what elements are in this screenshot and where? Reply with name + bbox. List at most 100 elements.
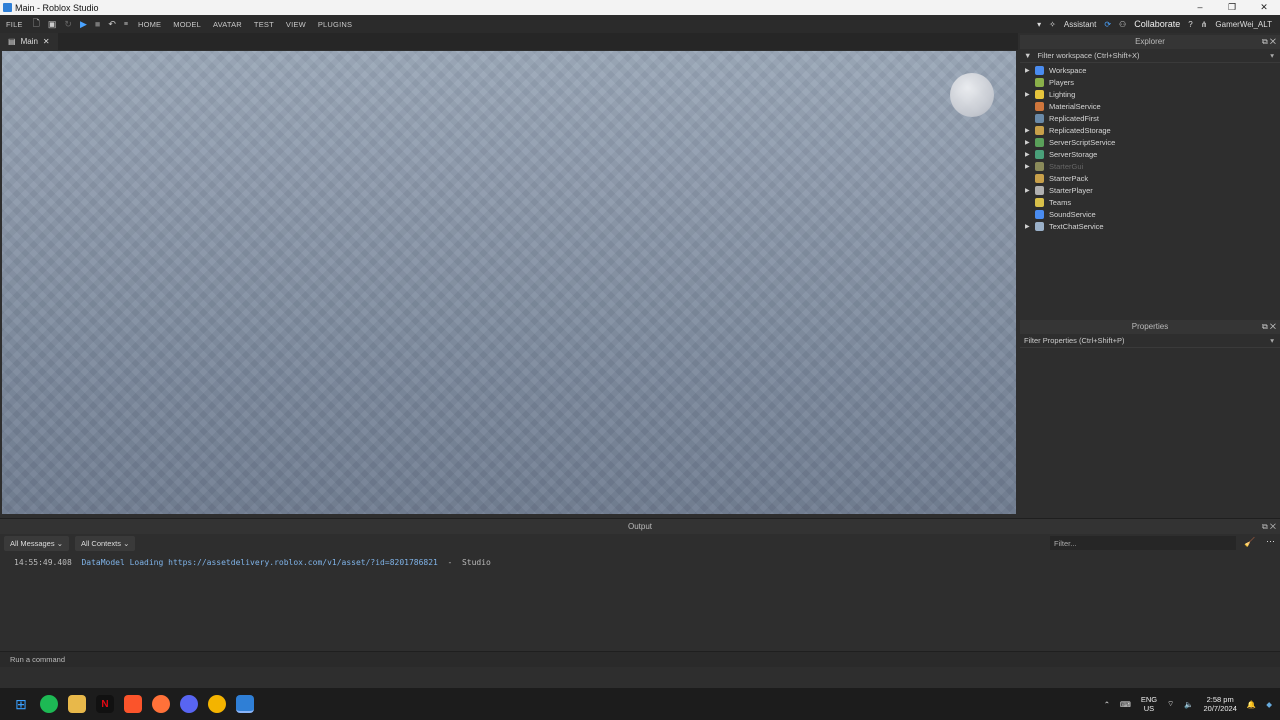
file-explorer-icon[interactable] [68, 695, 86, 713]
explorer-item-label: StarterGui [1049, 161, 1084, 171]
output-filter-input[interactable]: Filter... [1050, 536, 1236, 550]
explorer-item-label: ReplicatedFirst [1049, 113, 1100, 123]
tab-home[interactable]: HOME [132, 20, 167, 29]
chevron-up-icon[interactable]: ⌃ [1104, 700, 1110, 709]
tab-plugins[interactable]: PLUGINS [312, 20, 358, 29]
share-icon[interactable]: ⋔ [1201, 20, 1208, 29]
properties-filter[interactable]: Filter Properties (Ctrl+Shift+P) ▾ [1020, 334, 1280, 348]
brave-icon[interactable] [124, 695, 142, 713]
explorer-item-startergui[interactable]: ▶ StarterGui [1020, 160, 1280, 172]
netflix-icon[interactable]: N [96, 695, 114, 713]
spotify-icon[interactable] [40, 695, 58, 713]
collaborate-icon[interactable]: ⚇ [1119, 20, 1126, 29]
explorer-title: Explorer [1135, 37, 1165, 46]
explorer-item-players[interactable]: Players [1020, 76, 1280, 88]
maximize-button[interactable]: ❐ [1216, 0, 1248, 15]
explorer-panel-controls[interactable]: ⧉ ✕ [1262, 35, 1276, 49]
ribbon-collapse-icon[interactable]: ▾ [1037, 20, 1041, 29]
menu-file[interactable]: FILE [0, 20, 29, 29]
close-tab-icon[interactable]: ✕ [43, 37, 50, 46]
minimize-button[interactable]: – [1184, 0, 1216, 15]
contexts-filter-dropdown[interactable]: All Contexts ⌄ [74, 535, 136, 551]
explorer-item-starterpack[interactable]: StarterPack [1020, 172, 1280, 184]
3d-viewport[interactable] [2, 51, 1016, 514]
explorer-item-serverstorage[interactable]: ▶ ServerStorage [1020, 148, 1280, 160]
explorer-item-textchatservice[interactable]: ▶ TextChatService [1020, 220, 1280, 232]
expand-arrow-icon[interactable]: ▶ [1025, 187, 1035, 194]
play-icon[interactable]: ▶ [76, 19, 91, 30]
explorer-item-materialservice[interactable]: MaterialService [1020, 100, 1280, 112]
clock-time: 2:58 pm [1206, 695, 1234, 704]
input-language[interactable]: ENG US [1141, 695, 1157, 713]
expand-arrow-icon[interactable]: ▶ [1025, 127, 1035, 134]
starterplayer-icon [1035, 185, 1044, 195]
explorer-item-starterplayer[interactable]: ▶ StarterPlayer [1020, 184, 1280, 196]
document-tab-row: ▤ Main ✕ [0, 33, 1018, 50]
discord-icon[interactable] [180, 695, 198, 713]
undo-icon[interactable]: ↶ [104, 19, 120, 30]
clear-output-icon[interactable]: 🧹 [1244, 537, 1255, 548]
expand-arrow-icon[interactable]: ▶ [1025, 151, 1035, 158]
wifi-icon[interactable]: ⌔ [1167, 699, 1174, 709]
window-titlebar: Main - Roblox Studio – ❐ ✕ [0, 0, 1280, 15]
collaborate-button[interactable]: Collaborate [1134, 19, 1180, 29]
help-icon[interactable]: ? [1188, 20, 1192, 29]
teams-icon [1035, 197, 1044, 207]
tab-test[interactable]: TEST [248, 20, 280, 29]
stop-icon[interactable]: ■ [91, 19, 104, 29]
explorer-filter[interactable]: ▼ Filter workspace (Ctrl+Shift+X) ▾ [1020, 49, 1280, 63]
explorer-item-workspace[interactable]: ▶ Workspace [1020, 64, 1280, 76]
command-input[interactable]: Run a command [10, 655, 65, 664]
redo-icon[interactable]: ↻ [60, 19, 76, 30]
log-separator: - [447, 558, 453, 567]
user-menu[interactable]: GamerWei_ALT [1215, 20, 1272, 29]
explorer-item-teams[interactable]: Teams [1020, 196, 1280, 208]
explorer-item-serverscriptservice[interactable]: ▶ ServerScriptService [1020, 136, 1280, 148]
tab-model[interactable]: MODEL [167, 20, 207, 29]
command-bar[interactable]: Run a command [0, 651, 1280, 667]
tab-view[interactable]: VIEW [280, 20, 312, 29]
assistant-icon[interactable]: ✧ [1049, 20, 1056, 29]
new-file-icon[interactable]: 🗋 [29, 16, 44, 32]
explorer-item-replicatedfirst[interactable]: ReplicatedFirst [1020, 112, 1280, 124]
chrome-canary-icon[interactable] [208, 695, 226, 713]
clock[interactable]: 2:58 pm 20/7/2024 [1204, 695, 1237, 713]
menubar-right: ▾ ✧ Assistant ⟳ ⚇ Collaborate ? ⋔ GamerW… [1037, 15, 1272, 33]
expand-arrow-icon[interactable]: ▶ [1025, 67, 1035, 74]
notifications-icon[interactable]: ⟳ [1104, 20, 1111, 29]
view-cube[interactable] [950, 73, 994, 117]
close-window-button[interactable]: ✕ [1248, 0, 1280, 15]
expand-arrow-icon[interactable]: ▶ [1025, 223, 1035, 230]
explorer-item-soundservice[interactable]: SoundService [1020, 208, 1280, 220]
copilot-icon[interactable]: ◆ [1266, 700, 1272, 709]
assistant-button[interactable]: Assistant [1064, 20, 1096, 29]
output-header: Output ⧉ ✕ [0, 519, 1280, 534]
messages-filter-dropdown[interactable]: All Messages ⌄ [4, 535, 69, 551]
expand-arrow-icon[interactable]: ▶ [1025, 139, 1035, 146]
roblox-studio-taskbar-icon[interactable] [236, 695, 254, 713]
tab-main[interactable]: ▤ Main ✕ [0, 33, 58, 50]
textchatservice-icon [1035, 221, 1044, 231]
explorer-filter-input[interactable]: Filter workspace (Ctrl+Shift+X) [1037, 51, 1139, 60]
log-entry[interactable]: 14:55:49.408 DataModel Loading https://a… [0, 552, 1280, 567]
expand-arrow-icon[interactable]: ▶ [1025, 91, 1035, 98]
keyboard-icon[interactable]: ⌨ [1120, 700, 1131, 709]
explorer-item-lighting[interactable]: ▶ Lighting [1020, 88, 1280, 100]
more-options-icon[interactable]: ⋯ [1266, 536, 1275, 547]
save-icon[interactable]: ▣ [44, 19, 61, 30]
expand-arrow-icon[interactable]: ▶ [1025, 163, 1035, 170]
properties-panel-controls[interactable]: ⧉ ✕ [1262, 320, 1276, 334]
volume-icon[interactable]: 🔈 [1184, 700, 1193, 709]
notification-bell-icon[interactable]: 🔔 [1247, 700, 1256, 709]
players-icon [1035, 77, 1044, 87]
properties-filter-input[interactable]: Filter Properties (Ctrl+Shift+P) [1024, 336, 1124, 345]
windows-start-icon[interactable]: ⊞ [12, 695, 30, 713]
firefox-icon[interactable] [152, 695, 170, 713]
tab-avatar[interactable]: AVATAR [207, 20, 248, 29]
chevron-down-icon[interactable]: ▾ [1270, 336, 1274, 345]
log-message[interactable]: DataModel Loading https://assetdelivery.… [81, 558, 437, 567]
quick-access-dropdown-icon[interactable]: ≡ [120, 21, 132, 28]
output-panel-controls[interactable]: ⧉ ✕ [1262, 519, 1276, 534]
chevron-down-icon[interactable]: ▾ [1270, 51, 1274, 60]
explorer-item-replicatedstorage[interactable]: ▶ ReplicatedStorage [1020, 124, 1280, 136]
